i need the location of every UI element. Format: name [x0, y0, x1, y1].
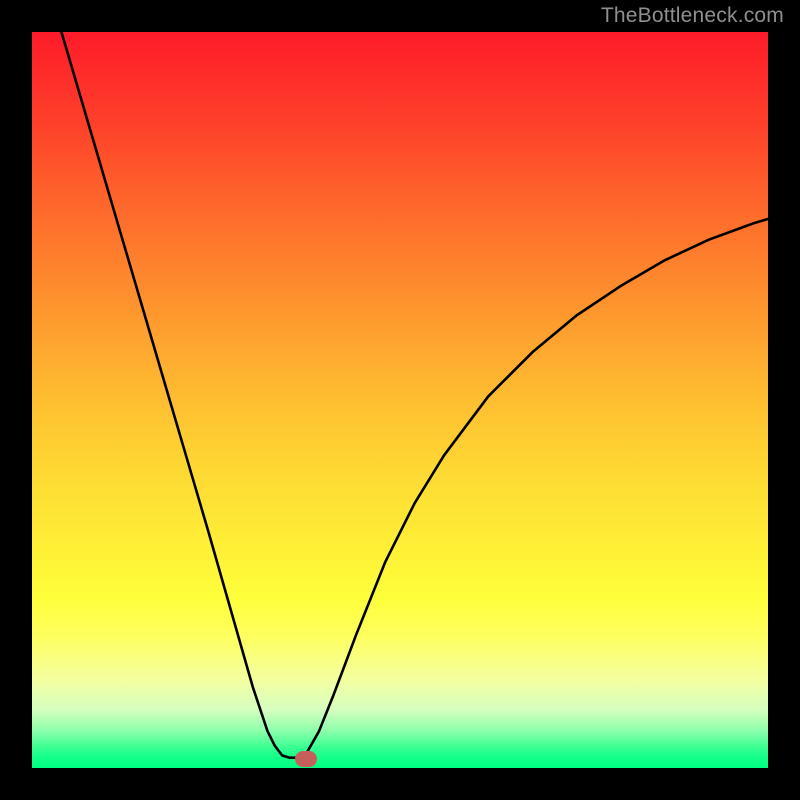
chart-frame: TheBottleneck.com: [0, 0, 800, 800]
optimal-point-marker: [295, 751, 317, 767]
watermark-text: TheBottleneck.com: [601, 4, 784, 28]
plot-area: [32, 32, 768, 768]
